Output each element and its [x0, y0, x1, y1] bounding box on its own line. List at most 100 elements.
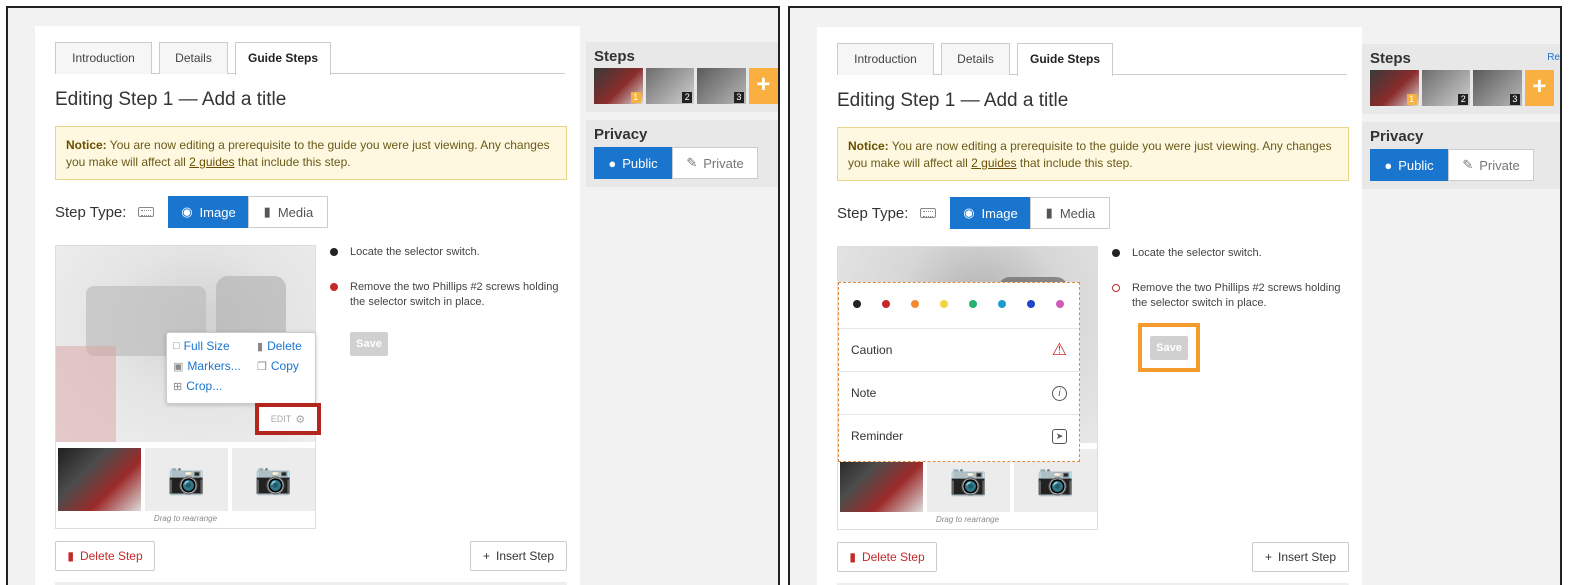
gear-icon: ⚙ [295, 413, 306, 426]
step-thumbnails: 1 2 3 + [594, 68, 778, 104]
crop-icon: ⊞ [173, 380, 183, 393]
delete-option[interactable]: ▮ Delete [257, 339, 302, 353]
tab-details[interactable]: Details [159, 42, 228, 74]
pin-icon: ➤ [1052, 428, 1067, 444]
black-bullet-icon[interactable] [1112, 249, 1120, 257]
bullet-line[interactable]: Locate the selector switch. [330, 245, 560, 260]
media-type-label: Media [1059, 205, 1096, 221]
image-edit-button[interactable]: EDIT ⚙ [255, 403, 321, 435]
image-edit-menu: □ Full Size ▮ Delete ▣ Markers... ❐ Copy ⊞ Cr… [166, 332, 316, 404]
crop-option[interactable]: ⊞ Crop... [173, 379, 222, 393]
media-type-label: Media [277, 204, 314, 220]
privacy-title: Privacy [1370, 128, 1424, 145]
step-number-badge: 1 [630, 92, 641, 103]
delete-step-label: Delete Step [861, 550, 925, 564]
tab-bar: Introduction Details Guide Steps [55, 42, 565, 75]
step-thumbnail[interactable]: 1 [594, 68, 643, 104]
bullet-line[interactable]: Remove the two Phillips #2 screws holdin… [1112, 281, 1342, 311]
public-button[interactable]: ● Public [1370, 149, 1448, 181]
keyboard-icon[interactable] [138, 207, 155, 217]
privacy-box: Privacy ● Public ✎ Private [586, 120, 778, 187]
pencil-icon: ✎ [1462, 157, 1474, 172]
markers-option[interactable]: ▣ Markers... [173, 359, 241, 373]
bullet-line[interactable]: Locate the selector switch. [1112, 246, 1342, 261]
bullet-line[interactable]: Remove the two Phillips #2 screws holdin… [330, 280, 560, 310]
public-button[interactable]: ● Public [594, 147, 672, 179]
guides-link[interactable]: 2 guides [971, 156, 1016, 170]
marker-color-swatch[interactable] [1056, 300, 1064, 308]
steps-box: Steps 1 2 3 + [586, 42, 778, 112]
black-bullet-icon[interactable] [330, 248, 338, 256]
notice-text-end: that include this step. [1016, 156, 1133, 170]
notice-box: Notice: You are now editing a prerequisi… [837, 127, 1349, 181]
notice-label: Notice: [66, 138, 107, 152]
copy-option[interactable]: ❐ Copy [257, 359, 299, 373]
marker-color-swatch[interactable] [969, 300, 977, 308]
marker-color-swatch[interactable] [911, 300, 919, 308]
step-thumbnail[interactable]: 3 [1473, 70, 1522, 106]
image-thumbnail[interactable] [58, 448, 141, 511]
reorder-link[interactable]: Re [1547, 52, 1560, 63]
private-button[interactable]: ✎ Private [1448, 149, 1534, 181]
step-number-badge: 3 [1509, 94, 1520, 105]
info-icon: i [1052, 385, 1067, 401]
trash-icon: ▮ [67, 549, 74, 563]
private-button[interactable]: ✎ Private [672, 147, 758, 179]
bullet-text: Locate the selector switch. [350, 246, 480, 258]
media-type-button[interactable]: ▮ Media [248, 196, 329, 228]
private-label: Private [703, 155, 744, 171]
video-camera-icon: ▮ [263, 204, 271, 219]
step-number-badge: 1 [1406, 94, 1417, 105]
camera-icon: ◉ [181, 204, 193, 219]
delete-step-button[interactable]: ▮ Delete Step [837, 542, 937, 572]
warning-icon: ⚠ [1051, 340, 1067, 359]
marker-color-swatch[interactable] [998, 300, 1006, 308]
marker-color-swatch[interactable] [882, 300, 890, 308]
tab-introduction[interactable]: Introduction [837, 43, 934, 75]
guides-link[interactable]: 2 guides [189, 155, 234, 169]
empty-image-slot[interactable]: 📷 [232, 448, 315, 511]
keyboard-icon[interactable] [920, 208, 937, 218]
image-type-label: Image [981, 205, 1018, 221]
media-type-button[interactable]: ▮ Media [1030, 197, 1111, 229]
add-step-button[interactable]: + [1524, 70, 1554, 106]
image-type-button[interactable]: ◉ Image [168, 196, 249, 228]
marker-color-swatch[interactable] [853, 300, 861, 308]
tab-guide-steps[interactable]: Guide Steps [235, 42, 331, 75]
empty-image-slot[interactable]: 📷 [145, 448, 228, 511]
marker-color-swatch[interactable] [940, 300, 948, 308]
save-button[interactable]: Save [350, 332, 388, 356]
caution-option[interactable]: Caution ⚠ [839, 328, 1079, 371]
image-type-button[interactable]: ◉ Image [950, 197, 1031, 229]
tab-introduction[interactable]: Introduction [55, 42, 152, 74]
caution-label: Caution [851, 343, 893, 357]
add-photo-icon: 📷 [254, 463, 293, 496]
step-thumbnail[interactable]: 2 [645, 68, 695, 104]
insert-step-button[interactable]: + Insert Step [1252, 542, 1349, 572]
page-title: Editing Step 1 — Add a title [55, 89, 287, 110]
save-button[interactable]: Save [1150, 335, 1188, 360]
trash-icon: ▮ [257, 340, 264, 353]
reminder-option[interactable]: Reminder ➤ [839, 414, 1079, 457]
step-thumbnail[interactable]: 2 [1421, 70, 1471, 106]
red-ring-bullet-icon[interactable] [1112, 284, 1120, 292]
drag-note: Drag to rearrange [935, 515, 1000, 524]
full-size-option[interactable]: □ Full Size [173, 339, 230, 353]
marker-color-swatch[interactable] [1027, 300, 1035, 308]
tab-guide-steps[interactable]: Guide Steps [1017, 43, 1113, 76]
note-option[interactable]: Note i [839, 371, 1079, 414]
step-thumbnail[interactable]: 3 [697, 68, 746, 104]
editor-content: Introduction Details Guide Steps Editing… [817, 27, 1362, 585]
tab-details[interactable]: Details [941, 43, 1010, 75]
step-number-badge: 2 [1458, 94, 1469, 105]
sidebar: Steps 1 2 3 + Privacy ● Public ✎ Private [586, 42, 778, 195]
insert-step-button[interactable]: + Insert Step [470, 541, 567, 571]
step-thumbnail[interactable]: 1 [1370, 70, 1419, 106]
red-bullet-icon[interactable] [330, 283, 338, 291]
add-photo-icon: 📷 [1036, 464, 1075, 497]
delete-step-button[interactable]: ▮ Delete Step [55, 541, 155, 571]
add-step-button[interactable]: + [748, 68, 778, 104]
step-bullets: Locate the selector switch. Remove the t… [1112, 246, 1342, 331]
step-number-badge: 2 [682, 92, 693, 103]
step-bullets: Locate the selector switch. Remove the t… [330, 245, 560, 330]
